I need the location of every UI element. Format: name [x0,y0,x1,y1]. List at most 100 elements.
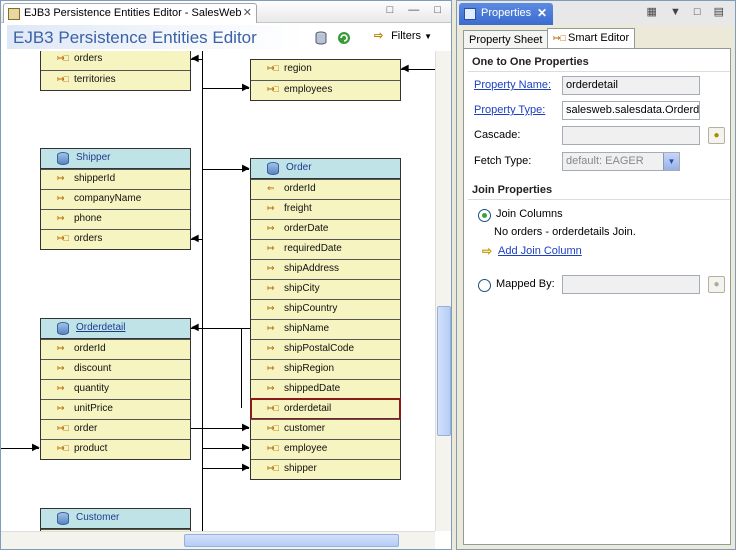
refresh-icon[interactable] [337,31,351,45]
row-label: orders [74,233,103,244]
scrollbar-thumb[interactable] [184,534,399,547]
properties-view: Properties ✕ ▦ ▼ □ ▤ Property Sheet ↦□ Sm… [456,0,736,550]
lightbulb-icon[interactable]: ● [708,127,725,144]
entity-row[interactable]: ↦ shipperId [41,169,190,189]
entity-row[interactable]: ↦ shipAddress [251,259,400,279]
property-name-field[interactable]: orderdetail [562,76,700,95]
lightbulb-icon[interactable]: ● [708,276,725,293]
property-type-field[interactable]: salesweb.salesdata.Orderdetail [562,101,700,120]
entity-row[interactable]: ↦□ employees [251,80,400,100]
entity-row[interactable]: ↦□ orders [41,51,190,70]
diagram-canvas[interactable]: ◀ ▶ ▶ ◀ ◀ ▶ ▶ ▶ ▶ ◀ ↦□ orders ↦□ territori… [1,51,435,531]
entity-row[interactable]: ↦□ shipper [251,459,400,479]
fetch-type-select[interactable]: default: EAGER ▼ [562,152,680,171]
entity-row[interactable]: ↦ phone [41,209,190,229]
entity-row[interactable]: ↦ orderId [41,339,190,359]
row-label: discount [74,363,112,374]
entity-row[interactable]: ↦ quantity [41,379,190,399]
horizontal-scrollbar[interactable] [1,531,435,549]
relation-icon: ↦□ [267,403,279,413]
editor-tabbar: EJB3 Persistence Entities Editor - Sales… [1,1,451,23]
row-label: territories [74,74,116,85]
close-icon[interactable]: ✕ [243,6,252,19]
entity-header[interactable]: Customer [41,509,190,529]
entity-row-selected[interactable]: ↦□ orderdetail [250,398,401,420]
close-icon[interactable]: ✕ [537,6,547,20]
entity-row[interactable]: ↦ shipCity [251,279,400,299]
entity-row[interactable]: ↦ shipName [251,319,400,339]
property-type-link[interactable]: Property Type: [474,104,545,116]
field-icon: ↦ [57,403,64,413]
entity-row[interactable]: ↦□ order [41,419,190,439]
fetch-type-label: Fetch Type: [474,155,532,167]
filters-label: Filters [391,30,422,42]
row-label: order [74,423,98,434]
entity-row[interactable]: ↦ orderDate [251,219,400,239]
relation-icon: ↦□ [267,463,279,473]
entity-row[interactable]: ↦□ employee [251,439,400,459]
row-label: requiredDate [284,243,342,254]
row-label: quantity [74,383,110,394]
scrollbar-thumb[interactable] [437,306,451,436]
row-label: shipPostalCode [284,343,355,354]
entity-shipper[interactable]: Shipper ↦ shipperId ↦ companyName ↦ phone ↦… [40,148,191,250]
entity-top-left[interactable]: ↦□ orders ↦□ territories [40,51,191,91]
entity-customer[interactable]: Customer [40,508,191,531]
tab-smart-editor[interactable]: ↦□ Smart Editor [547,28,636,50]
vertical-scrollbar[interactable] [435,51,451,531]
arrow-right-icon: ▶ [242,163,250,174]
entity-row[interactable]: ↦□ orders [41,229,190,249]
tab-property-sheet[interactable]: Property Sheet [463,30,549,49]
fetch-type-value: default: EAGER [566,155,644,167]
mapped-by-label: Mapped By: [496,278,555,290]
relation-icon: ↦□ [267,423,279,433]
entity-row[interactable]: ↦ requiredDate [251,239,400,259]
entity-row[interactable]: ⇐ orderId [251,179,400,199]
row-label: phone [74,213,102,224]
mapped-by-field[interactable] [562,275,700,294]
row-label: shipName [284,323,330,334]
entity-name: Customer [76,512,120,523]
entity-header[interactable]: Orderdetail [41,319,190,339]
field-icon: ↦ [57,363,64,373]
entity-row[interactable]: ↦□ product [41,439,190,459]
entity-row[interactable]: ↦ discount [41,359,190,379]
entity-row[interactable]: ↦ shipCountry [251,299,400,319]
entity-row[interactable]: ↦□ territories [41,70,190,90]
filters-button[interactable]: ⇨ Filters ▼ [374,29,432,47]
entity-name: Order [286,162,312,173]
properties-tab[interactable]: Properties ✕ [459,3,553,25]
join-columns-radio[interactable] [478,209,491,222]
relation-icon: ↦□ [57,443,69,453]
entity-row[interactable]: ↦ shipPostalCode [251,339,400,359]
mapped-by-radio[interactable] [478,279,491,292]
entity-orderdetail[interactable]: Orderdetail ↦ orderId ↦ discount ↦ quantity… [40,318,191,460]
field-icon: ↦ [267,383,274,393]
row-label: shipRegion [284,363,335,374]
entity-row[interactable]: ↦□ customer [251,419,400,439]
row-label: orderdetail [284,403,332,414]
property-name-link[interactable]: Property Name: [474,79,551,91]
entity-header[interactable]: Order [251,159,400,179]
entity-row[interactable]: ↦ shipRegion [251,359,400,379]
editor-window-buttons[interactable]: □ — □ [387,4,447,16]
entity-row[interactable]: ↦ shippedDate [251,379,400,399]
arrow-right-icon: ▶ [242,462,250,473]
entity-order[interactable]: Order ⇐ orderId ↦ freight ↦ orderDate ↦ requ… [250,158,401,480]
field-icon: ↦ [267,243,274,253]
row-label: unitPrice [74,403,113,414]
editor-tab[interactable]: EJB3 Persistence Entities Editor - Sales… [3,3,257,23]
database-icon[interactable] [314,31,328,45]
row-label: product [74,443,108,454]
field-icon: ↦ [267,343,274,353]
view-menu-buttons[interactable]: ▦ ▼ □ ▤ [647,5,730,18]
entity-header[interactable]: Shipper [41,149,190,169]
entity-row[interactable]: ↦ unitPrice [41,399,190,419]
chevron-down-icon[interactable]: ▼ [663,153,679,170]
entity-top-right[interactable]: ↦□ region ↦□ employees [250,59,401,101]
entity-row[interactable]: ↦□ region [251,60,400,80]
entity-row[interactable]: ↦ freight [251,199,400,219]
add-join-column-link[interactable]: Add Join Column [498,245,582,257]
cascade-field[interactable] [562,126,700,145]
entity-row[interactable]: ↦ companyName [41,189,190,209]
